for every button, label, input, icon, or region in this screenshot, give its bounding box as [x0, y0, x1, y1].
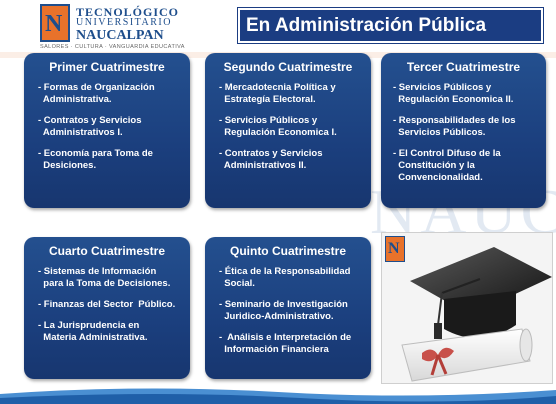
- list-item: - Formas de Organización Administrativa.: [38, 82, 155, 105]
- list-item: - Servicios Públicos y Regulación Econom…: [393, 82, 514, 105]
- footer-wave: [0, 388, 556, 404]
- card-tercer-cuatrimestre: Tercer Cuatrimestre - Servicios Públicos…: [381, 53, 546, 208]
- list-item: - Finanzas del Sector Público.: [38, 299, 176, 310]
- list-item: - Contratos y Servicios Administrativos …: [38, 115, 142, 138]
- list-item: - Ética de la Responsabilidad Social.: [219, 266, 351, 289]
- logo-tagline: SALORES · CULTURA · VANGUARDIA EDUCATIVA: [40, 44, 185, 50]
- card-title: Tercer Cuatrimestre: [406, 60, 521, 74]
- card-primer-cuatrimestre: Primer Cuatrimestre - Formas de Organiza…: [24, 53, 190, 208]
- graduation-photo: N: [381, 232, 553, 384]
- list-item: - Contratos y Servicios Administrativos …: [219, 148, 323, 171]
- list-item: - Sistemas de Información para la Toma d…: [38, 266, 171, 289]
- list-item: - Seminario de Investigación Juridico-Ad…: [219, 299, 348, 322]
- list-item: - Mercadotecnia Política y Estrategía El…: [219, 82, 336, 105]
- graduation-cap-diploma-icon: [401, 247, 552, 382]
- photo-logo-icon: N: [385, 236, 405, 262]
- page-title: En Administración Pública: [238, 8, 543, 43]
- card-title: Primer Cuatrimestre: [49, 60, 165, 74]
- card-title: Cuarto Cuatrimestre: [48, 244, 166, 258]
- card-item-list: - Ética de la Responsabilidad Social. - …: [219, 266, 367, 365]
- logo-line-2: UNIVERSITARIO: [76, 17, 172, 28]
- card-item-list: - Formas de Organización Administrativa.…: [38, 82, 186, 181]
- card-quinto-cuatrimestre: Quinto Cuatrimestre - Ética de la Respon…: [205, 237, 371, 379]
- card-title: Quinto Cuatrimestre: [229, 244, 346, 258]
- list-item: - Análisis e Interpretación de Informaci…: [219, 332, 352, 355]
- logo-mark-icon: N: [40, 4, 70, 42]
- institution-logo: N TECNOLÓGICO UNIVERSITARIO NAUCALPAN SA…: [40, 4, 225, 50]
- logo-line-3: NAUCALPAN: [76, 28, 164, 43]
- card-item-list: - Mercadotecnia Política y Estrategía El…: [219, 82, 367, 181]
- list-item: - Responsabilidades de los Servicios Púb…: [393, 115, 516, 138]
- card-item-list: - Servicios Públicos y Regulación Econom…: [393, 82, 542, 193]
- card-title: Segundo Cuatrimestre: [223, 60, 353, 74]
- list-item: - Economía para Toma de Desiciones.: [38, 148, 153, 171]
- list-item: - La Jurisprudencia en Materia Administr…: [38, 320, 148, 343]
- card-cuarto-cuatrimestre: Cuarto Cuatrimestre - Sistemas de Inform…: [24, 237, 190, 379]
- list-item: - Servicios Públicos y Regulación Econom…: [219, 115, 337, 138]
- list-item: - El Control Difuso de la Constitución y…: [393, 148, 501, 183]
- card-segundo-cuatrimestre: Segundo Cuatrimestre - Mercadotecnia Pol…: [205, 53, 371, 208]
- card-item-list: - Sistemas de Información para la Toma d…: [38, 266, 186, 353]
